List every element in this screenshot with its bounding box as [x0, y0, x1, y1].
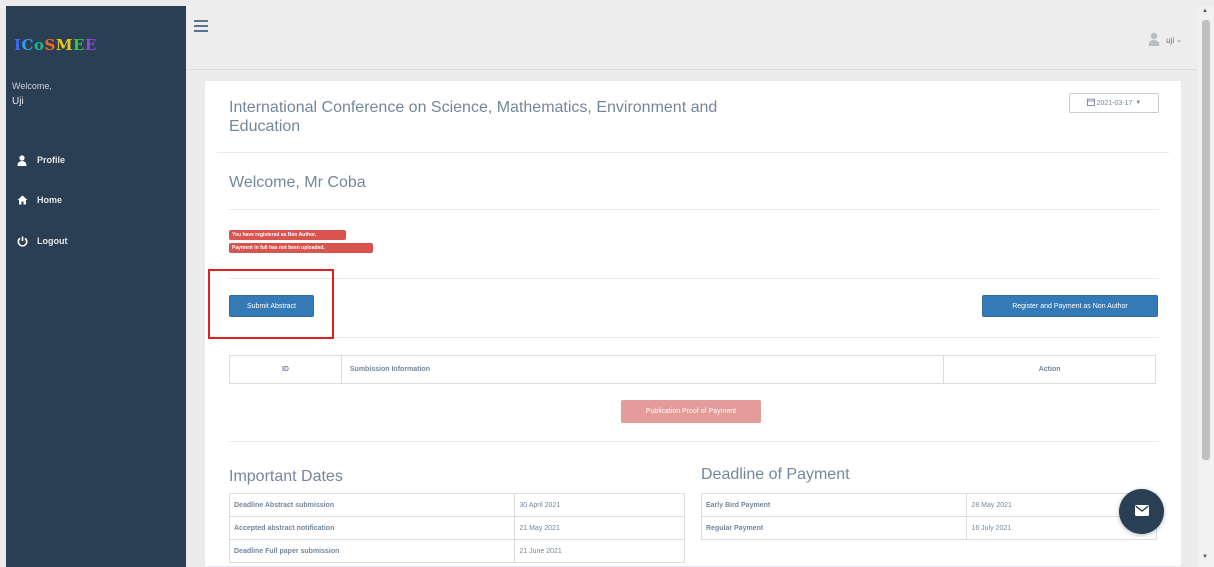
date-label: Deadline Abstract submission	[228, 493, 516, 517]
sidebar-item-logout[interactable]: Logout	[16, 232, 68, 250]
table-row: Regular Payment 16 July 2021	[700, 516, 1157, 540]
table-header-info: Sumbission Information	[340, 355, 945, 384]
date-value: 2021-03-17	[1096, 99, 1133, 107]
highlight-box	[208, 269, 334, 339]
top-nav: uji ⌄	[186, 6, 1196, 70]
scrollbar-thumb[interactable]	[1202, 20, 1210, 460]
welcome-heading: Welcome, Mr Coba	[229, 174, 366, 191]
page-scrollbar[interactable]: ▲ ▼	[1198, 6, 1214, 567]
user-avatar-icon	[1148, 32, 1160, 48]
table-header-id: ID	[229, 355, 342, 384]
logo-char: M	[55, 36, 73, 54]
table-row: Deadline Abstract submission 30 April 20…	[228, 493, 685, 517]
date-value: 21 June 2021	[514, 539, 685, 563]
page-title: International Conference on Science, Mat…	[229, 99, 718, 135]
table-row: Deadline Full paper submission 21 June 2…	[228, 539, 685, 563]
status-badge: Payment in full has not been uploaded.	[229, 243, 373, 253]
date-picker[interactable]: 2021-03-17 ▼	[1069, 93, 1159, 113]
logo-char: I	[14, 36, 22, 54]
deadline-payment-title: Deadline of Payment	[701, 466, 850, 483]
submissions-table: ID Sumbission Information Action	[229, 355, 1156, 384]
sidebar-item-home[interactable]: Home	[16, 191, 62, 209]
divider	[229, 337, 1159, 338]
home-icon	[16, 195, 28, 205]
publication-proof-button[interactable]: Publication Proof of Payment	[621, 400, 761, 423]
register-payment-button[interactable]: Register and Payment as Non Author	[982, 295, 1158, 317]
divider	[229, 441, 1159, 442]
status-badge: You have registered as Non Author.	[229, 230, 346, 240]
sidebar-item-label: Home	[37, 195, 63, 205]
important-dates-title: Important Dates	[229, 468, 343, 485]
menu-toggle-icon[interactable]	[194, 20, 208, 32]
divider	[217, 152, 1169, 153]
logo-char: o	[33, 36, 45, 54]
sidebar-username: Uji	[12, 96, 24, 107]
important-dates-table: Deadline Abstract submission 30 April 20…	[228, 493, 685, 563]
date-label: Deadline Full paper submission	[228, 539, 516, 563]
logo-char: S	[44, 36, 56, 54]
logo-char: C	[21, 36, 34, 54]
power-icon	[16, 236, 28, 247]
sidebar-item-label: Profile	[37, 155, 66, 165]
message-fab-button[interactable]	[1119, 489, 1164, 534]
sidebar-item-profile[interactable]: Profile	[16, 151, 65, 169]
sidebar: ICoSMEE Welcome, Uji Profile Home Logout	[6, 6, 186, 567]
welcome-label: Welcome,	[12, 81, 52, 91]
payment-label: Early Bird Payment	[700, 493, 968, 517]
envelope-icon	[1134, 503, 1149, 521]
deadline-payment-table: Early Bird Payment 28 May 2021 Regular P…	[700, 493, 1157, 540]
logo[interactable]: ICoSMEE	[14, 36, 97, 54]
calendar-icon	[1086, 98, 1095, 108]
scroll-down-icon[interactable]: ▼	[1202, 554, 1208, 560]
scroll-up-icon[interactable]: ▲	[1202, 8, 1208, 14]
table-header-action: Action	[943, 355, 1156, 384]
user-menu-label: uji	[1166, 35, 1175, 45]
date-label: Accepted abstract notification	[228, 516, 516, 540]
main-panel: International Conference on Science, Mat…	[204, 80, 1182, 567]
caret-down-icon: ▼	[1135, 100, 1142, 106]
date-value: 21 May 2021	[514, 516, 685, 540]
logo-char: E	[84, 36, 97, 54]
divider	[229, 278, 1159, 279]
payment-label: Regular Payment	[700, 516, 968, 540]
table-row: Early Bird Payment 28 May 2021	[700, 493, 1157, 517]
sidebar-item-label: Logout	[37, 236, 68, 246]
date-value: 30 April 2021	[514, 493, 685, 517]
chevron-down-icon: ⌄	[1176, 37, 1182, 44]
divider	[229, 209, 1159, 210]
table-row: Accepted abstract notification 21 May 20…	[228, 516, 685, 540]
user-icon	[16, 154, 28, 166]
user-menu[interactable]: uji ⌄	[1148, 32, 1182, 48]
logo-char: E	[72, 36, 85, 54]
